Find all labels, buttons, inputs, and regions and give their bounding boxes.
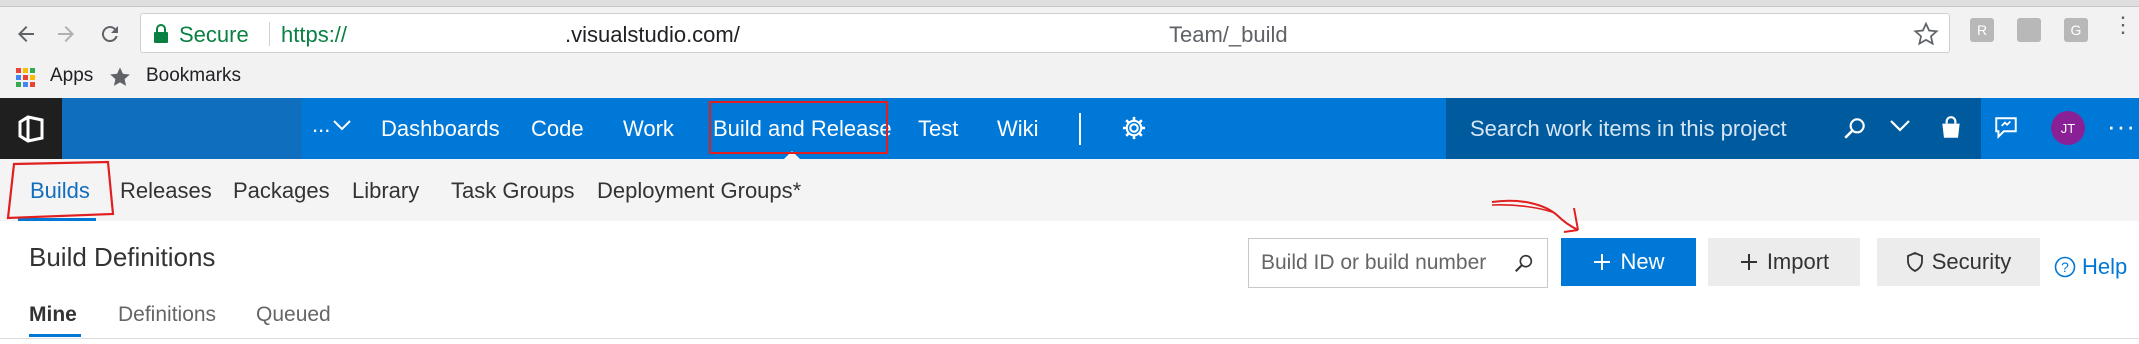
nav-code[interactable]: Code bbox=[531, 116, 584, 142]
nav-dashboards[interactable]: Dashboards bbox=[381, 116, 500, 142]
avatar[interactable]: JT bbox=[2051, 111, 2085, 145]
sub-navigation: Builds Releases Packages Library Task Gr… bbox=[0, 159, 2139, 221]
plus-icon bbox=[1739, 252, 1759, 272]
search-icon[interactable] bbox=[1513, 252, 1535, 279]
build-id-search[interactable] bbox=[1248, 238, 1548, 288]
svg-text:?: ? bbox=[2061, 259, 2069, 275]
annotation-highlight bbox=[6, 160, 115, 220]
star-icon bbox=[108, 65, 132, 94]
nav-work[interactable]: Work bbox=[623, 116, 674, 142]
annotation-arrow bbox=[1491, 199, 1579, 233]
annotation-highlight bbox=[709, 101, 888, 154]
security-button[interactable]: Security bbox=[1877, 238, 2040, 286]
search-placeholder[interactable]: Search work items in this project bbox=[1470, 116, 1787, 142]
top-navigation-bar: ... Dashboards Code Work Build and Relea… bbox=[0, 98, 2139, 159]
subtab-packages[interactable]: Packages bbox=[233, 178, 330, 204]
active-pivot-indicator bbox=[29, 334, 81, 337]
lock-icon bbox=[153, 24, 169, 49]
omnibox-separator bbox=[269, 22, 270, 46]
help-icon: ? bbox=[2054, 256, 2076, 278]
page-title: Build Definitions bbox=[29, 242, 216, 272]
url-path: Team/_build bbox=[1169, 22, 1288, 47]
address-bar[interactable]: Secure https:// .visualstudio.com/ Team/… bbox=[140, 13, 1950, 53]
new-button[interactable]: New bbox=[1561, 238, 1696, 286]
nav-divider bbox=[1079, 113, 1081, 145]
help-label: Help bbox=[2082, 254, 2128, 279]
nav-wiki[interactable]: Wiki bbox=[997, 116, 1039, 142]
nav-test[interactable]: Test bbox=[918, 116, 958, 142]
bookmark-apps[interactable]: Apps bbox=[50, 65, 93, 87]
subtab-releases[interactable]: Releases bbox=[120, 178, 212, 204]
help-link[interactable]: ? Help bbox=[2054, 254, 2127, 280]
pivot-definitions[interactable]: Definitions bbox=[118, 303, 216, 327]
back-arrow-icon bbox=[18, 26, 34, 42]
project-picker-label: ... bbox=[312, 112, 331, 137]
url-scheme: https:// bbox=[281, 22, 348, 47]
secure-label: Secure bbox=[179, 22, 249, 47]
pivot-bar-border bbox=[0, 338, 2139, 339]
import-button-label: Import bbox=[1766, 249, 1830, 274]
tab-strip bbox=[0, 0, 2139, 7]
forward-button[interactable] bbox=[46, 14, 86, 54]
vsts-logo-icon bbox=[18, 114, 44, 143]
apps-grid-icon[interactable] bbox=[16, 68, 36, 93]
search-options-chevron-icon[interactable] bbox=[1890, 119, 1910, 138]
extension-icon[interactable]: G bbox=[2064, 18, 2088, 42]
new-button-label: New bbox=[1620, 249, 1665, 274]
reload-icon bbox=[101, 26, 118, 43]
subtab-library[interactable]: Library bbox=[352, 178, 419, 204]
search-icon[interactable] bbox=[1842, 115, 1868, 146]
subtab-deployment-groups[interactable]: Deployment Groups* bbox=[597, 178, 801, 204]
pivot-queued[interactable]: Queued bbox=[256, 303, 331, 327]
shield-icon bbox=[1906, 252, 1924, 272]
project-area bbox=[62, 98, 302, 159]
build-id-search-input[interactable] bbox=[1261, 239, 1501, 287]
more-options-icon[interactable]: ··· bbox=[2107, 111, 2136, 142]
feedback-icon[interactable] bbox=[1993, 115, 2019, 146]
security-button-label: Security bbox=[1931, 249, 2012, 274]
reload-button[interactable] bbox=[90, 14, 130, 54]
extension-icon[interactable] bbox=[2017, 18, 2041, 42]
pivot-mine[interactable]: Mine bbox=[29, 303, 77, 327]
bookmark-bookmarks[interactable]: Bookmarks bbox=[146, 65, 241, 87]
project-picker[interactable]: ... bbox=[312, 112, 352, 138]
extension-icon[interactable]: R bbox=[1970, 18, 1994, 42]
browser-menu-icon[interactable]: ⋮ bbox=[2112, 14, 2134, 36]
subtab-task-groups[interactable]: Task Groups bbox=[451, 178, 575, 204]
bookmark-star-icon[interactable] bbox=[1913, 21, 1939, 52]
marketplace-bag-icon[interactable] bbox=[1938, 115, 1964, 146]
plus-icon bbox=[1592, 252, 1612, 272]
forward-arrow-icon bbox=[58, 26, 74, 42]
back-button[interactable] bbox=[6, 14, 46, 54]
import-button[interactable]: Import bbox=[1708, 238, 1860, 286]
gear-icon[interactable] bbox=[1120, 114, 1148, 147]
vsts-logo[interactable] bbox=[0, 98, 62, 159]
url-host: .visualstudio.com/ bbox=[565, 22, 740, 47]
chevron-down-icon bbox=[333, 120, 352, 131]
browser-chrome: Secure https:// .visualstudio.com/ Team/… bbox=[0, 0, 2139, 98]
